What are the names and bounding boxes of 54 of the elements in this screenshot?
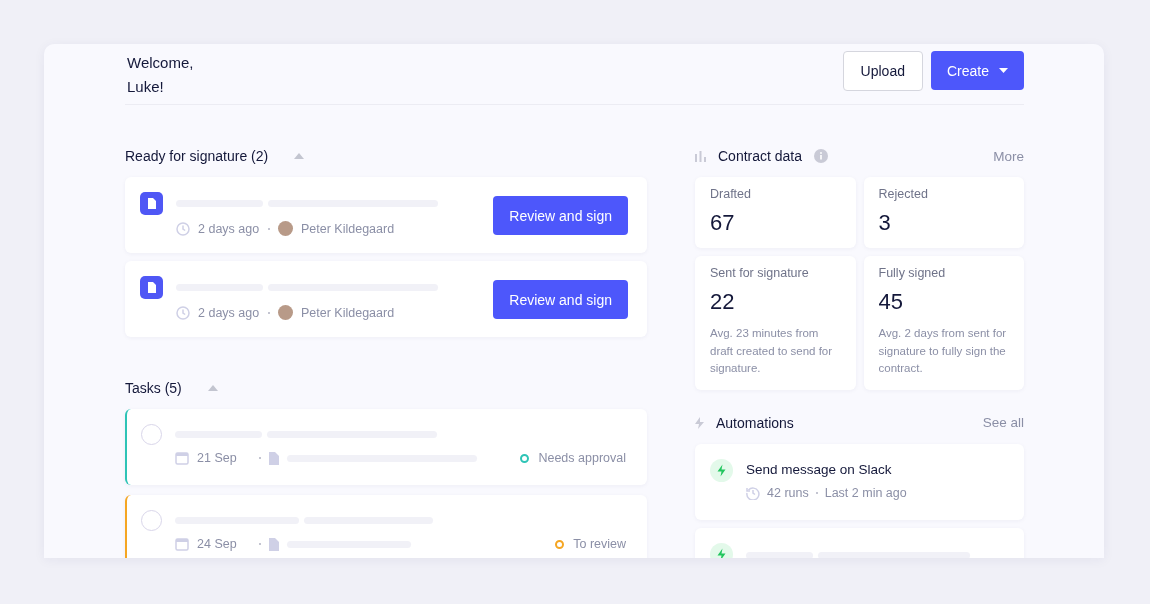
stat-value: 67 bbox=[710, 210, 736, 236]
document-icon bbox=[269, 451, 279, 465]
document-card[interactable]: 2 days ago Peter Kildegaard Review and sign bbox=[125, 261, 647, 337]
stat-note: Avg. 23 minutes from draft created to send for signature. bbox=[710, 326, 834, 376]
stat-label: Rejected bbox=[878, 187, 929, 201]
document-icon bbox=[140, 192, 163, 215]
time-ago: 2 days ago bbox=[198, 221, 260, 236]
stat-value: 22 bbox=[710, 289, 736, 315]
section-title: Ready for signature (2) bbox=[125, 148, 269, 164]
more-link[interactable]: More bbox=[993, 148, 1024, 164]
welcome-heading: Welcome, Luke! bbox=[127, 53, 195, 97]
avatar bbox=[278, 221, 293, 236]
document-icon bbox=[140, 276, 163, 299]
stat-value: 45 bbox=[878, 289, 904, 315]
section-title: Tasks (5) bbox=[125, 380, 182, 396]
stat-label: Drafted bbox=[710, 187, 752, 201]
review-and-sign-button[interactable]: Review and sign bbox=[493, 280, 628, 319]
upload-button[interactable]: Upload bbox=[842, 51, 923, 91]
history-icon bbox=[746, 485, 760, 500]
section-title: Contract data bbox=[718, 148, 803, 164]
task-status: Needs approval bbox=[538, 451, 626, 465]
document-card[interactable]: 2 days ago Peter Kildegaard Review and sign bbox=[125, 177, 647, 253]
task-card[interactable]: 24 Sep To review bbox=[125, 495, 647, 558]
create-button[interactable]: Create bbox=[930, 51, 1024, 90]
person-name: Peter Kildegaard bbox=[301, 221, 395, 236]
stat-value: 3 bbox=[878, 210, 892, 236]
see-all-link[interactable]: See all bbox=[982, 415, 1024, 430]
collapse-icon[interactable] bbox=[207, 385, 218, 391]
person-name: Peter Kildegaard bbox=[301, 305, 395, 320]
lightning-icon bbox=[695, 416, 704, 429]
time-ago: 2 days ago bbox=[198, 305, 260, 320]
bar-chart-icon bbox=[695, 150, 706, 162]
clock-icon bbox=[176, 221, 190, 236]
due-date: 21 Sep bbox=[197, 451, 238, 465]
last-run: Last 2 min ago bbox=[824, 485, 907, 500]
collapse-icon[interactable] bbox=[294, 153, 305, 159]
info-icon[interactable] bbox=[814, 149, 829, 163]
calendar-icon bbox=[175, 451, 189, 465]
task-status: To review bbox=[573, 537, 626, 551]
stat-label: Sent for signature bbox=[710, 266, 810, 280]
run-count: 42 runs bbox=[767, 485, 809, 500]
stat-label: Fully signed bbox=[878, 266, 947, 280]
review-and-sign-button[interactable]: Review and sign bbox=[493, 196, 628, 235]
lightning-icon bbox=[710, 458, 733, 482]
document-icon bbox=[269, 537, 279, 551]
due-date: 24 Sep bbox=[197, 537, 238, 551]
automation-name: Send message on Slack bbox=[746, 461, 893, 477]
section-title: Automations bbox=[716, 414, 794, 431]
automation-card[interactable]: Send message on Slack 42 runs Last 2 min ago bbox=[695, 443, 1024, 520]
calendar-icon bbox=[175, 537, 189, 551]
clock-icon bbox=[176, 305, 190, 320]
avatar bbox=[278, 305, 293, 320]
stat-note: Avg. 2 days from sent for signature to fully sign the contract. bbox=[878, 326, 1008, 376]
task-card[interactable]: 21 Sep Needs approval bbox=[125, 409, 647, 485]
